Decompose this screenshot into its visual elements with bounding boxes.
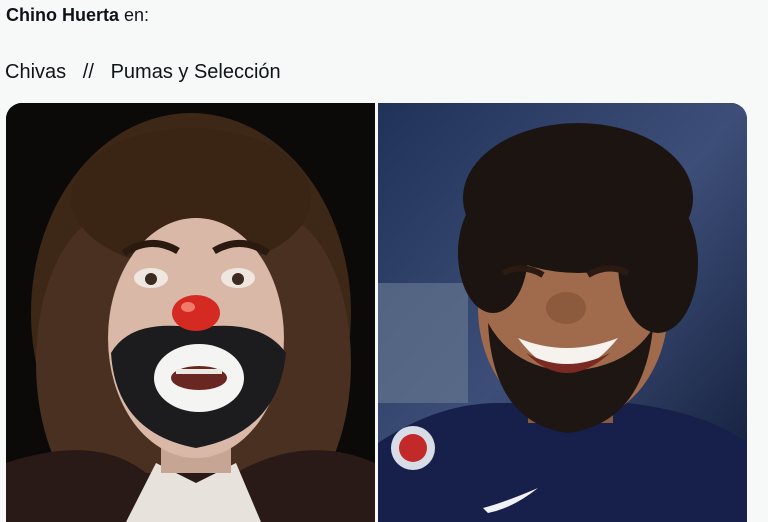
author-suffix: en: bbox=[119, 5, 150, 25]
media-grid bbox=[6, 103, 747, 522]
post-text: Chivas // Pumas y Selección bbox=[5, 61, 281, 83]
clown-face-image bbox=[6, 103, 375, 522]
footballer-image bbox=[378, 103, 747, 522]
media-image-right[interactable] bbox=[378, 103, 747, 522]
tweet-post: Chino Huerta en: Chivas // Pumas y Selec… bbox=[0, 0, 768, 522]
media-image-left[interactable] bbox=[6, 103, 375, 522]
post-header: Chino Huerta en: bbox=[6, 4, 149, 26]
author-name[interactable]: Chino Huerta bbox=[6, 5, 119, 25]
